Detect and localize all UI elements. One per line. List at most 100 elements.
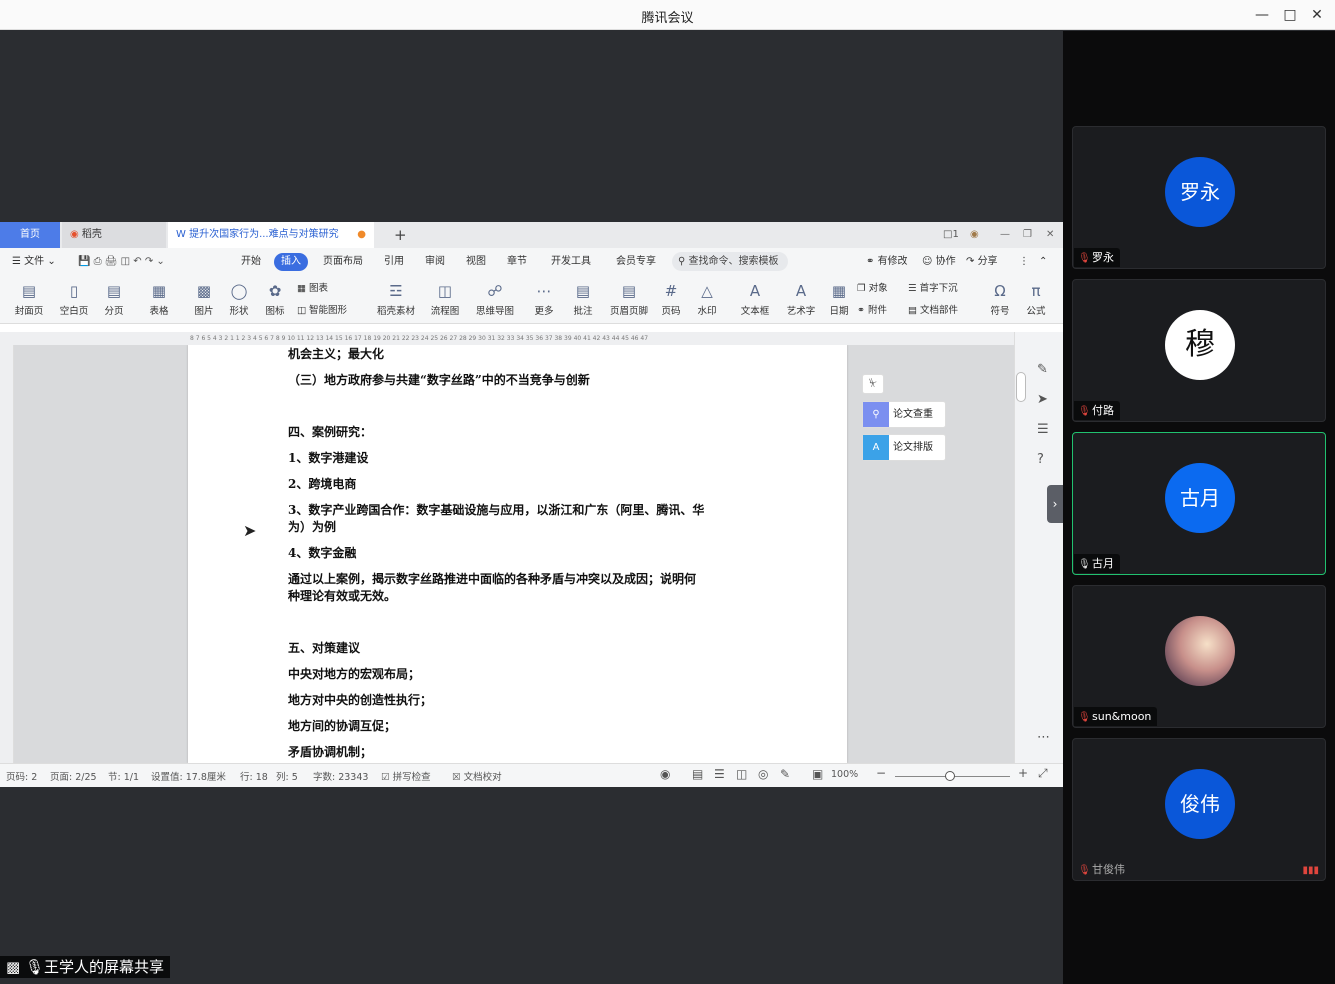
shape-button[interactable]: ◯ 形状: [222, 281, 256, 317]
more-tools-icon[interactable]: ⋯: [1037, 730, 1050, 745]
collapse-float-icon[interactable]: ⏧: [862, 374, 884, 394]
header-footer-label: 页眉页脚: [609, 306, 648, 317]
doc-line: 为）为例: [288, 520, 337, 534]
tab-document-label: 提升次国家行为...难点与对策研究: [189, 229, 339, 240]
menu-developer[interactable]: 开发工具: [551, 253, 591, 271]
wordart-button[interactable]: A 艺术字: [782, 281, 820, 317]
fit-page-icon[interactable]: ▣: [812, 767, 823, 781]
quick-access-icons[interactable]: 💾 ⎙ 🖨 ◫ ↶ ↷ ⌄: [78, 253, 165, 271]
mic-icon: 🎙: [24, 958, 45, 976]
menu-member[interactable]: 会员专享: [616, 253, 656, 271]
paper-format-button[interactable]: A 论文排版: [862, 434, 946, 461]
menu-review[interactable]: 审阅: [425, 253, 445, 271]
pen-icon[interactable]: ✎: [1037, 362, 1048, 377]
menu-insert[interactable]: 插入: [274, 253, 308, 271]
help-icon[interactable]: ?: [1037, 452, 1044, 467]
wps-minimize-button[interactable]: —: [992, 222, 1010, 248]
comment-button[interactable]: ▤ 批注: [568, 281, 598, 317]
page-number-button[interactable]: # 页码: [655, 281, 687, 317]
zoom-out-icon[interactable]: −: [876, 766, 886, 780]
new-tab-button[interactable]: +: [386, 222, 407, 248]
smart-art-button[interactable]: ◫ 智能图形: [297, 303, 347, 319]
read-view-icon[interactable]: ◫: [736, 767, 747, 781]
more-icon[interactable]: ⋮: [1019, 253, 1029, 271]
fullscreen-icon[interactable]: ⤢: [1038, 766, 1048, 781]
wps-close-button[interactable]: ✕: [1038, 222, 1054, 248]
wps-restore-button[interactable]: ❐: [1015, 222, 1032, 248]
symbol-button[interactable]: Ω 符号: [984, 281, 1016, 317]
object-button[interactable]: ❐ 对象: [857, 281, 888, 297]
minimize-button[interactable]: —: [1252, 5, 1272, 25]
settings-sliders-icon[interactable]: ☰: [1037, 422, 1049, 437]
paper-check-button[interactable]: ⚲ 论文查重: [862, 401, 946, 428]
menu-start[interactable]: 开始: [241, 253, 261, 271]
picture-button[interactable]: ▩ 图片: [187, 281, 221, 317]
window-count-icon[interactable]: □1: [935, 222, 959, 248]
cover-page-button[interactable]: ▤ 封面页: [10, 281, 48, 317]
picture-icon: ▩: [196, 282, 212, 300]
proofread-button[interactable]: ☒ 文档校对: [452, 769, 502, 783]
menu-reference[interactable]: 引用: [384, 253, 404, 271]
vertical-scrollbar[interactable]: [1016, 372, 1026, 402]
file-menu[interactable]: ☰ 文件 ⌄: [12, 253, 56, 271]
doc-line: 种理论有效或无效。: [288, 589, 397, 603]
outline-view-icon[interactable]: ☰: [714, 767, 725, 781]
has-changes-button[interactable]: ⚭ 有修改: [866, 253, 908, 271]
share-button[interactable]: ↷ 分享: [966, 253, 998, 271]
menu-view[interactable]: 视图: [466, 253, 486, 271]
participant-tile[interactable]: 罗永 🎙罗永: [1072, 126, 1326, 269]
drop-cap-button[interactable]: ☰ 首字下沉: [908, 281, 958, 297]
textbox-button[interactable]: A 文本框: [736, 281, 774, 317]
status-col: 列: 5: [276, 772, 298, 783]
status-page[interactable]: 页面: 2/25: [50, 769, 97, 783]
tab-home[interactable]: 首页: [0, 222, 60, 248]
participant-tile[interactable]: 穆 🎙付路: [1072, 279, 1326, 422]
flowchart-button[interactable]: ◫ 流程图: [424, 281, 466, 317]
close-button[interactable]: ✕: [1307, 5, 1327, 25]
page-view-icon[interactable]: ▤: [692, 767, 703, 781]
participant-tile[interactable]: 🎙sun&moon: [1072, 585, 1326, 728]
tab-document[interactable]: W 提升次国家行为...难点与对策研究 ●: [168, 222, 374, 248]
paperclip-icon: ⚭: [857, 305, 865, 316]
zoom-slider-knob[interactable]: [945, 771, 955, 781]
menu-chapter[interactable]: 章节: [507, 253, 527, 271]
page-break-button[interactable]: ▤ 分页: [98, 281, 130, 317]
chart-button[interactable]: ▦ 图表: [297, 281, 328, 297]
icon-library-button[interactable]: ✿ 图标: [258, 281, 292, 317]
calendar-icon: ▦: [831, 282, 847, 300]
menu-page-layout[interactable]: 页面布局: [323, 253, 363, 271]
doc-parts-button[interactable]: ▤ 文档部件: [908, 303, 958, 319]
pointer-icon[interactable]: ➤: [1037, 392, 1048, 407]
date-button[interactable]: ▦ 日期: [825, 281, 853, 317]
user-avatar-icon[interactable]: ◉: [962, 222, 979, 248]
spell-check-button[interactable]: ☑ 拼写检查: [381, 769, 431, 783]
attachment-button[interactable]: ⚭ 附件: [857, 303, 887, 319]
comment-label: 批注: [573, 306, 593, 317]
eye-protect-icon[interactable]: ◉: [660, 767, 670, 781]
daoke-material-button[interactable]: ☲ 稻壳素材: [373, 281, 419, 317]
status-bar: 页码: 2 页面: 2/25 节: 1/1 设置值: 17.8厘米 行: 18 …: [0, 763, 1063, 787]
picture-label: 图片: [194, 306, 214, 317]
expand-panel-handle[interactable]: ›: [1047, 485, 1063, 523]
blank-page-button[interactable]: ▯ 空白页: [55, 281, 93, 317]
participant-tile-speaking[interactable]: 古月 🎙古月: [1072, 432, 1326, 575]
maximize-button[interactable]: □: [1280, 5, 1300, 25]
write-view-icon[interactable]: ✎: [780, 767, 790, 781]
formula-button[interactable]: π 公式: [1020, 281, 1052, 317]
document-page[interactable]: 机会主义；最大化 （三）地方政府参与共建“数字丝路”中的不当竞争与创新 四、案例…: [188, 345, 847, 763]
more-button[interactable]: ⋯ 更多: [527, 281, 561, 317]
status-words[interactable]: 字数: 23343: [313, 769, 368, 783]
header-footer-button[interactable]: ▤ 页眉页脚: [607, 281, 651, 317]
web-view-icon[interactable]: ◎: [758, 767, 768, 781]
zoom-in-icon[interactable]: +: [1018, 766, 1028, 780]
watermark-button[interactable]: △ 水印: [691, 281, 723, 317]
mindmap-button[interactable]: ☍ 思维导图: [470, 281, 520, 317]
participant-tile[interactable]: 俊伟 🎙甘俊伟 ▮▮▮: [1072, 738, 1326, 881]
zoom-level[interactable]: 100%: [831, 769, 858, 780]
collapse-ribbon-icon[interactable]: ⌃: [1039, 253, 1047, 271]
tab-daoke[interactable]: ◉ 稻壳: [62, 222, 166, 248]
collaborate-button[interactable]: ☺ 协作: [922, 253, 956, 271]
avatar: 俊伟: [1165, 769, 1235, 839]
table-button[interactable]: ▦ 表格: [142, 281, 176, 317]
command-search[interactable]: ⚲ 查找命令、搜索模板: [672, 252, 788, 271]
